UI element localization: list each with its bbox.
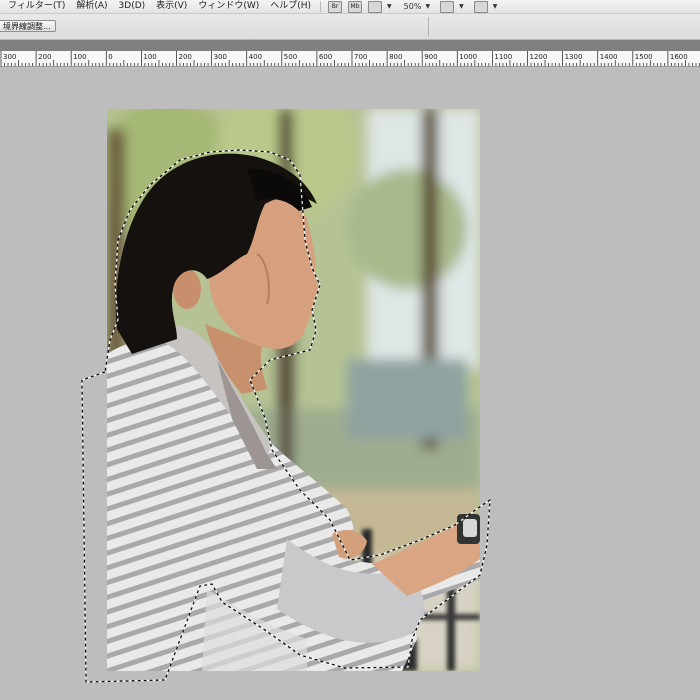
chevron-down-icon[interactable]: ▼ [459, 3, 464, 10]
ruler-label: 500 [284, 53, 297, 61]
ruler-label: 300 [214, 53, 227, 61]
view-extras-icon[interactable] [368, 0, 383, 13]
ruler-label: 200 [38, 53, 51, 61]
ruler-label: 900 [424, 53, 437, 61]
ruler-label: 400 [249, 53, 262, 61]
menu-bar: フィルター(T) 解析(A) 3D(D) 表示(V) ウィンドウ(W) ヘルプ(… [0, 0, 700, 14]
document-photo[interactable] [107, 109, 480, 671]
ruler-label: 600 [319, 53, 332, 61]
ruler-label: 100 [73, 53, 86, 61]
ruler-label: 200 [179, 53, 192, 61]
ruler-label: 1600 [670, 53, 688, 61]
menu-3d[interactable]: 3D(D) [113, 0, 151, 13]
document-tab-strip [0, 40, 700, 51]
screen-mode-icon[interactable] [473, 0, 488, 13]
ruler-label: 800 [389, 53, 402, 61]
chevron-down-icon[interactable]: ▼ [425, 3, 430, 10]
menu-help[interactable]: ヘルプ(H) [264, 0, 316, 13]
mini-bridge-icon[interactable]: Mb [348, 0, 363, 13]
arrange-documents-icon[interactable] [440, 0, 455, 13]
chevron-down-icon[interactable]: ▼ [387, 3, 392, 10]
menu-separator [320, 1, 322, 12]
ruler-label: 1200 [530, 53, 548, 61]
ruler-label: 300 [3, 53, 16, 61]
ruler-label: 1500 [635, 53, 653, 61]
horizontal-ruler[interactable]: 300 200 100 0 100 200 300 400 500 600 700 800 900 100… [0, 51, 700, 67]
ruler-label: 1000 [459, 53, 477, 61]
ruler-label: 0 [108, 53, 112, 61]
ruler-label: 1100 [494, 53, 512, 61]
photo-illustration [107, 109, 480, 671]
menu-filter[interactable]: フィルター(T) [0, 0, 70, 13]
options-divider [428, 17, 429, 36]
ruler-label: 1300 [565, 53, 583, 61]
menu-analysis[interactable]: 解析(A) [70, 0, 112, 13]
ruler-label: 1400 [600, 53, 618, 61]
ruler-label: 700 [354, 53, 367, 61]
menu-window[interactable]: ウィンドウ(W) [192, 0, 264, 13]
options-bar: 境界線調整... [0, 14, 700, 40]
refine-edge-button[interactable]: 境界線調整... [0, 20, 56, 32]
ruler-label: 100 [143, 53, 156, 61]
ruler-ticks: 300 200 100 0 100 200 300 400 500 600 700 800 900 100… [0, 51, 700, 66]
zoom-level[interactable]: 50% [404, 2, 422, 11]
chevron-down-icon[interactable]: ▼ [493, 3, 498, 10]
bridge-icon[interactable]: Br [328, 0, 343, 13]
menu-view[interactable]: 表示(V) [150, 0, 192, 13]
